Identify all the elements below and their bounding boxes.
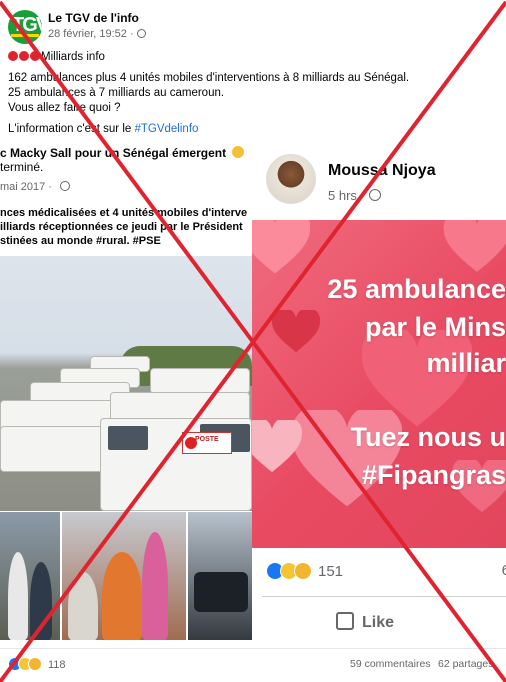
inner-text-line: nces médicalisées et 4 unités mobiles d'…: [0, 207, 248, 219]
person-shape: [102, 552, 142, 640]
person-shape: [68, 572, 98, 640]
card-text-line: milliar: [426, 348, 506, 378]
ceremony-photo-1: [0, 512, 60, 640]
red-circle-icon: [30, 51, 40, 61]
inner-reaction-count: 151: [318, 563, 344, 580]
inner-like-label: Like: [362, 614, 395, 631]
heart-icon: [252, 416, 303, 474]
divider: [262, 596, 506, 597]
inner-hashtags: #rural. #PSE: [95, 235, 161, 247]
pink-text-card: 25 ambulance par le Mins milliar Tuez no…: [252, 220, 506, 548]
heart-icon: [442, 220, 506, 274]
inner-post-text: nces médicalisées et 4 unités mobiles d'…: [0, 206, 252, 248]
card-text-line: par le Mins: [364, 312, 506, 342]
avatar-logo-bar: [11, 34, 39, 37]
inner-post-subtitle: terminé.: [0, 160, 44, 174]
post-line-text: Milliards info: [41, 51, 105, 63]
post-text: Milliards info 162 ambulances plus 4 uni…: [8, 50, 498, 137]
reactions-summary[interactable]: 118: [8, 657, 66, 671]
shares-count-link[interactable]: 62 partages: [438, 658, 493, 670]
ambulances-photo-3: [188, 512, 252, 640]
sad-reaction-icon: [294, 562, 312, 580]
heart-icon: [271, 307, 321, 354]
sad-reaction-icon: [28, 657, 42, 671]
card-text-line: 25 ambulance: [327, 274, 506, 304]
left-screenshot-image[interactable]: c Macky Sall pour un Sénégal émergent te…: [0, 140, 252, 640]
person-shape: [8, 552, 28, 640]
page-avatar[interactable]: TGV: [8, 10, 42, 44]
hashtag-link[interactable]: #TGVdelinfo: [134, 123, 198, 135]
inner-post-date-text: mai 2017 ·: [0, 181, 52, 193]
red-circle-icon: [8, 51, 18, 61]
page-name[interactable]: Le TGV de l'info: [48, 11, 139, 25]
inner-like-button: Like: [336, 612, 394, 632]
post-footer: 118 59 commentaires 62 partages: [0, 648, 506, 682]
post-timestamp[interactable]: 28 février, 19:52 ·: [48, 28, 146, 40]
inner-text-line: stinées au monde #rural. #PSE: [0, 234, 252, 248]
ambulance-shape: [150, 368, 250, 394]
reaction-count: 118: [48, 659, 66, 671]
post-line-text: L'information c'est sur le: [8, 123, 135, 135]
post-timestamp-text: 28 février, 19:52 ·: [48, 28, 134, 40]
inner-reactions: 151: [266, 562, 343, 580]
globe-icon: [59, 181, 70, 191]
post-line-3: 25 ambulances à 7 milliards au cameroun.: [8, 87, 225, 99]
inner-text-line: illiards réceptionnées ce jeudi par le P…: [0, 221, 243, 233]
user-post-time: 5 hrs ·: [328, 188, 381, 203]
vehicle-shape: [194, 572, 248, 612]
globe-icon: [368, 189, 381, 201]
post-line-2: 162 ambulances plus 4 unités mobiles d'i…: [8, 72, 410, 84]
comments-count-link[interactable]: 59 commentaires: [350, 658, 431, 670]
smiley-emoji-icon: [232, 146, 245, 158]
heart-icon: [252, 220, 311, 276]
inner-text-line-text: stinées au monde: [0, 235, 96, 247]
thumbs-up-icon: [336, 612, 354, 630]
post-header: TGV Le TGV de l'info 28 février, 19:52 ·: [8, 8, 308, 44]
inner-post-title-text: c Macky Sall pour un Sénégal émergent: [0, 146, 227, 160]
inner-comment-count: 6: [501, 562, 506, 579]
person-shape: [30, 562, 52, 640]
poste-logo: POSTE: [182, 432, 232, 454]
right-screenshot-image[interactable]: Moussa Njoya 5 hrs · 25 ambulance par le…: [252, 140, 506, 640]
red-circle-icon: [19, 51, 29, 61]
poste-dot: [185, 437, 197, 449]
person-shape: [142, 532, 168, 640]
ambulances-photo: POSTE: [0, 256, 252, 511]
card-text-line: #Fipangras: [361, 460, 506, 490]
inner-post-date: mai 2017 ·: [0, 181, 70, 193]
post-line-1: Milliards info: [8, 50, 498, 65]
user-avatar: [266, 154, 316, 204]
user-post-time-text: 5 hrs ·: [328, 188, 365, 203]
post-line-5: L'information c'est sur le #TGVdelinfo: [8, 122, 498, 137]
ambulance-window: [108, 426, 148, 450]
ceremony-photo-2: [62, 512, 186, 640]
globe-icon: [136, 29, 146, 38]
card-text-line: Tuez nous u: [350, 422, 506, 452]
post-line-4: Vous allez faire quoi ?: [8, 102, 121, 114]
inner-post-title: c Macky Sall pour un Sénégal émergent: [0, 146, 252, 160]
user-name: Moussa Njoya: [328, 162, 436, 179]
